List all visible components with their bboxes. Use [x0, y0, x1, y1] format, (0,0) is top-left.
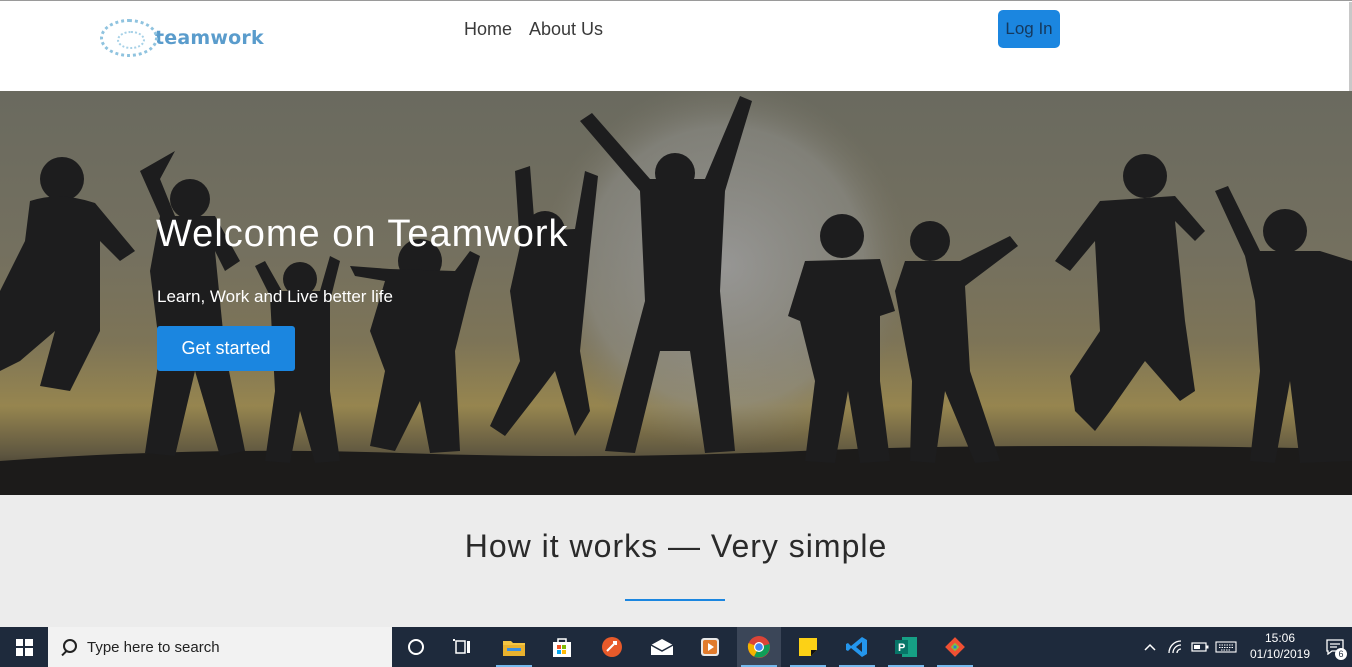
windows-taskbar: Type here to search P 15:06 01/10/2019 6: [0, 627, 1352, 667]
keyboard-icon[interactable]: [1213, 627, 1239, 667]
nav-link-about-us[interactable]: About Us: [529, 19, 603, 40]
search-placeholder: Type here to search: [87, 638, 220, 656]
how-it-works-section: How it works — Very simple: [0, 495, 1352, 627]
cortana-icon[interactable]: [394, 627, 438, 667]
nav-links: Home About Us: [464, 19, 603, 40]
taskbar-search-box[interactable]: Type here to search: [48, 627, 392, 667]
battery-icon[interactable]: [1189, 627, 1211, 667]
navbar: teamwork Home About Us Log In: [0, 0, 1352, 206]
file-explorer-icon[interactable]: [492, 627, 536, 667]
chrome-icon[interactable]: [737, 627, 781, 667]
publisher-icon[interactable]: P: [884, 627, 928, 667]
vscode-icon[interactable]: [835, 627, 879, 667]
chevron-up-icon[interactable]: [1140, 627, 1160, 667]
app-icon[interactable]: [590, 627, 634, 667]
svg-text:P: P: [898, 642, 905, 654]
teamwork-logo-icon: [100, 19, 158, 57]
taskbar-clock[interactable]: 15:06 01/10/2019: [1240, 630, 1320, 662]
section-divider: [625, 599, 725, 601]
search-icon: [60, 638, 77, 656]
hero-banner: Welcome on Teamwork Learn, Work and Live…: [0, 91, 1352, 495]
clock-date: 01/10/2019: [1249, 647, 1311, 661]
browser-page: teamwork Home About Us Log In Welcome on…: [0, 0, 1352, 667]
logo-text: teamwork: [155, 27, 264, 49]
mail-icon[interactable]: [640, 627, 684, 667]
windows-logo-icon: [15, 638, 33, 656]
sticky-notes-icon[interactable]: [786, 627, 830, 667]
store-icon[interactable]: [540, 627, 584, 667]
git-icon[interactable]: [933, 627, 977, 667]
wifi-icon[interactable]: [1165, 627, 1187, 667]
notification-count-badge: 6: [1335, 648, 1347, 660]
section-title: How it works — Very simple: [464, 528, 888, 564]
site-logo[interactable]: teamwork: [100, 19, 264, 57]
get-started-button[interactable]: Get started: [157, 326, 295, 371]
action-center-icon[interactable]: [1322, 627, 1348, 667]
hero-title: Welcome on Teamwork: [156, 213, 569, 255]
login-button[interactable]: Log In: [998, 10, 1060, 48]
nav-link-home[interactable]: Home: [464, 19, 512, 40]
media-icon[interactable]: [688, 627, 732, 667]
hero-subtitle: Learn, Work and Live better life: [157, 287, 393, 306]
task-view-icon[interactable]: [441, 627, 485, 667]
start-button[interactable]: [0, 627, 48, 667]
clock-time: 15:06: [1264, 631, 1296, 645]
